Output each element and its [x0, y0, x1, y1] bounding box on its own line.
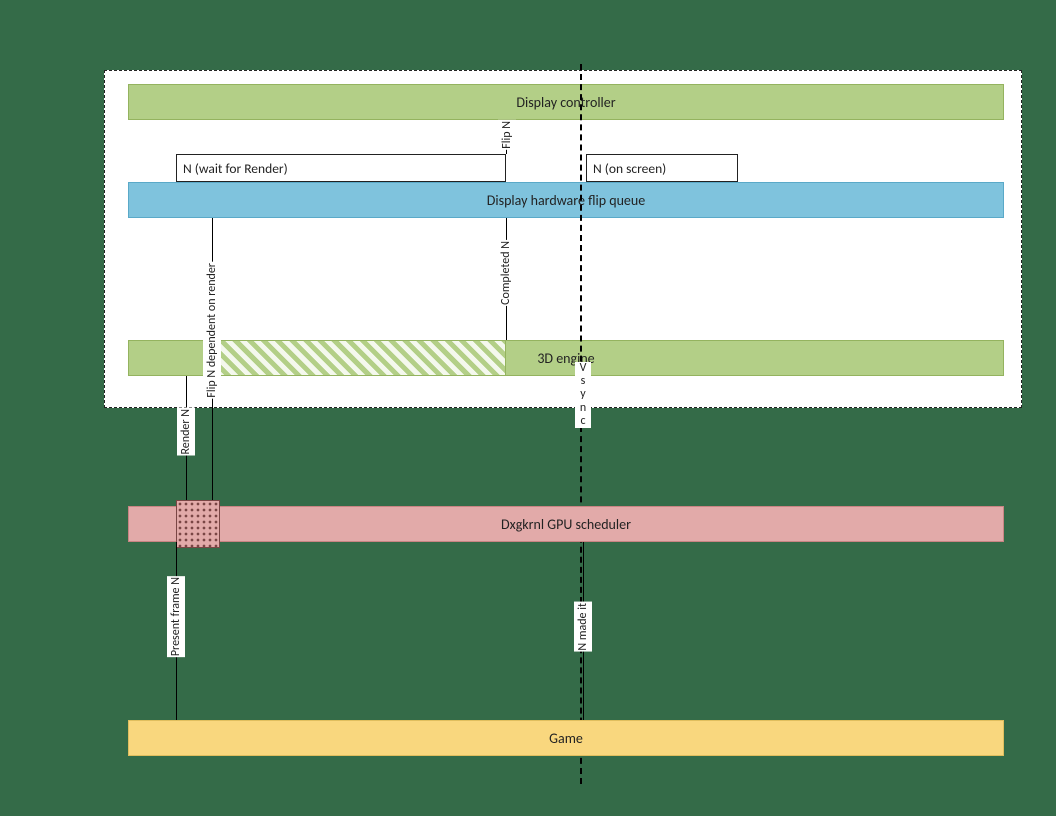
lane-game: Game [128, 720, 1004, 756]
scheduler-work [176, 500, 220, 548]
lane-label: Game [549, 730, 583, 747]
diagram-canvas: Display controller Display hardware flip… [0, 0, 1056, 816]
box-wait-render: N (wait for Render) [176, 154, 506, 182]
label-vsync: V s y n c [575, 362, 591, 428]
label-present-frame-n: Present frame N [167, 576, 185, 657]
render-work-3d [216, 340, 506, 376]
lane-scheduler: Dxgkrnl GPU scheduler [128, 506, 1004, 542]
label-flip-n-dep: Flip N dependent on render [203, 262, 221, 399]
lane-label: Display controller [516, 94, 615, 111]
lane-flip-queue: Display hardware flip queue [128, 182, 1004, 218]
lane-display-controller: Display controller [128, 84, 1004, 120]
label-render-n: Render N [177, 408, 195, 456]
lane-label: Display hardware flip queue [487, 192, 645, 209]
label-n-made-it: N made it [574, 602, 592, 652]
label-completed-n: Completed N [497, 240, 515, 306]
box-on-screen: N (on screen) [586, 154, 738, 182]
label-flip-n: Flip N [498, 120, 516, 150]
lane-label: Dxgkrnl GPU scheduler [501, 516, 631, 533]
